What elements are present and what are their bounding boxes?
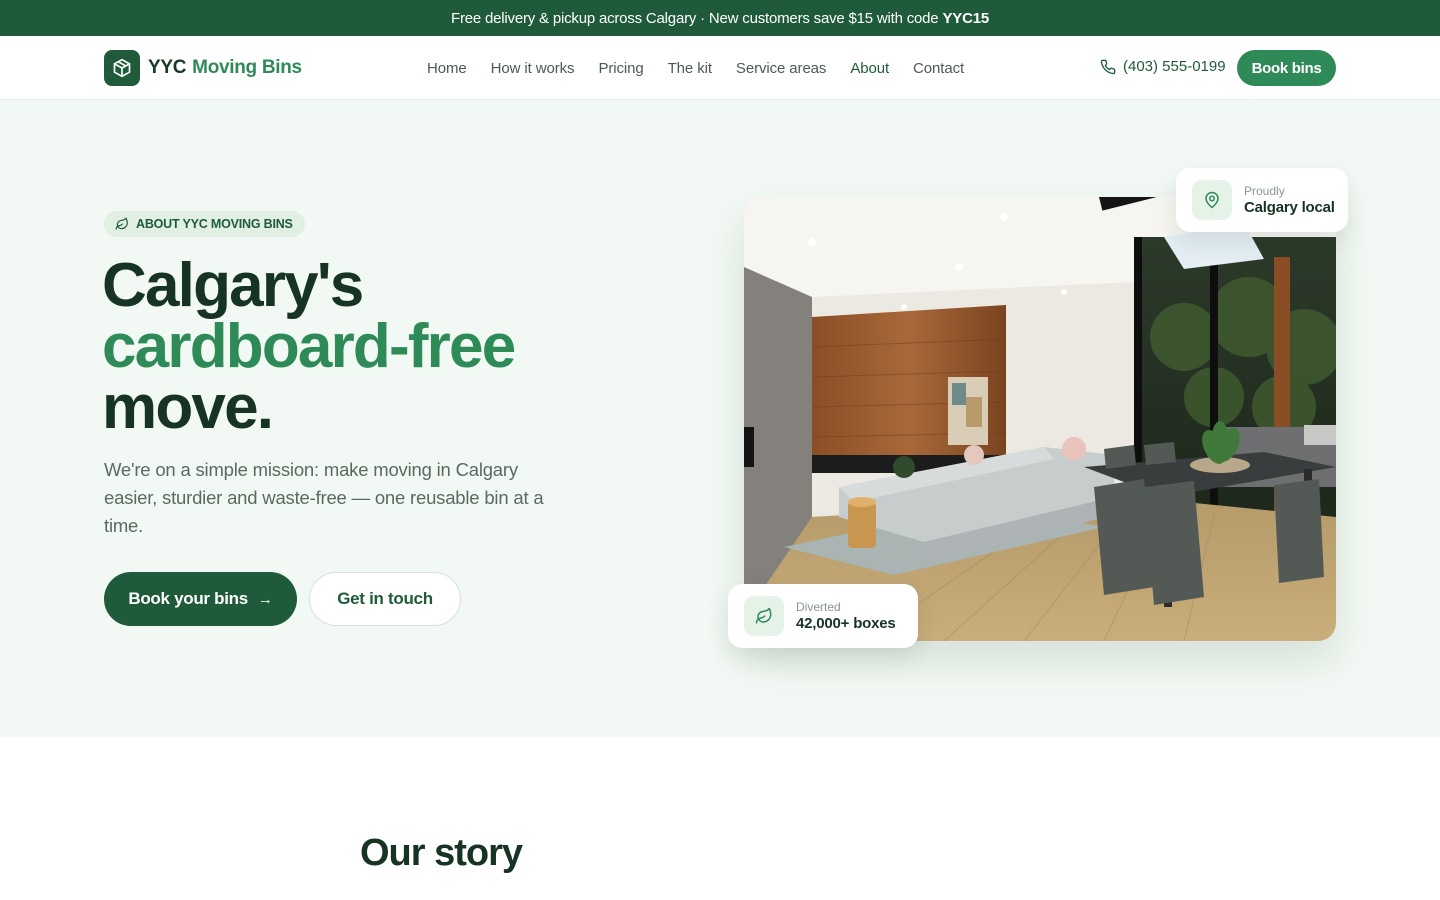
promo-text: Free delivery & pickup across Calgary · … — [450, 9, 939, 27]
nav-link-home[interactable]: Home — [427, 60, 467, 77]
badge-top-caption: Proudly — [1244, 183, 1285, 198]
nav-link-service-areas[interactable]: Service areas — [736, 60, 827, 77]
living-room-illustration — [744, 197, 1336, 641]
nav-link-pricing[interactable]: Pricing — [598, 60, 643, 77]
leaf-icon — [744, 596, 784, 636]
phone-icon — [1100, 59, 1116, 74]
hero-title-line1: Calgary's — [102, 251, 364, 320]
book-bins-button[interactable]: Book bins — [1237, 50, 1336, 86]
hero-title-accent: cardboard-free — [102, 312, 516, 381]
hero-title-line3: move. — [102, 373, 274, 442]
our-story-heading: Our story — [360, 832, 523, 874]
nav-link-about[interactable]: About — [850, 60, 889, 77]
promo-code: YYC15 — [942, 9, 989, 27]
book-your-bins-label: Book your bins — [128, 589, 248, 608]
promo-banner: Free delivery & pickup across Calgary · … — [0, 0, 1440, 36]
badge-bottom-caption: Diverted — [796, 599, 841, 614]
get-in-touch-button[interactable]: Get in touch — [309, 572, 461, 626]
leaf-icon — [115, 217, 128, 230]
hero-section: ABOUT YYC MOVING BINS Calgary's cardboar… — [0, 100, 1440, 737]
phone-number: (403) 555-0199 — [1123, 58, 1226, 75]
box-icon — [104, 50, 140, 86]
brand-logo[interactable]: YYC Moving Bins — [104, 50, 302, 86]
nav-links: Home How it works Pricing The kit Servic… — [415, 36, 976, 100]
map-pin-icon — [1192, 180, 1232, 220]
hero-lead-text: We're on a simple mission: make moving i… — [104, 459, 544, 536]
eyebrow-text: ABOUT YYC MOVING BINS — [136, 217, 293, 231]
hero-title: Calgary's cardboard-free move. — [102, 251, 516, 442]
eyebrow-badge: ABOUT YYC MOVING BINS — [104, 211, 305, 237]
badge-top-value: Calgary local — [1244, 198, 1335, 216]
top-navigation: YYC Moving Bins Home How it works Pricing… — [0, 36, 1440, 100]
nav-link-the-kit[interactable]: The kit — [668, 60, 712, 77]
phone-link[interactable]: (403) 555-0199 — [1100, 58, 1226, 75]
brand-name-part2: Moving Bins — [192, 57, 302, 78]
boxes-diverted-badge: Diverted 42,000+ boxes — [728, 584, 918, 648]
brand-name-part1: YYC — [148, 57, 187, 78]
book-your-bins-button[interactable]: Book your bins → — [104, 572, 297, 626]
hero-image — [744, 197, 1336, 641]
arrow-right-icon: → — [257, 590, 273, 608]
badge-bottom-value: 42,000+ boxes — [796, 614, 896, 632]
nav-link-contact[interactable]: Contact — [913, 60, 964, 77]
calgary-local-badge: Proudly Calgary local — [1176, 168, 1348, 232]
brand-name: YYC Moving Bins — [148, 57, 302, 79]
nav-link-how-it-works[interactable]: How it works — [491, 60, 575, 77]
